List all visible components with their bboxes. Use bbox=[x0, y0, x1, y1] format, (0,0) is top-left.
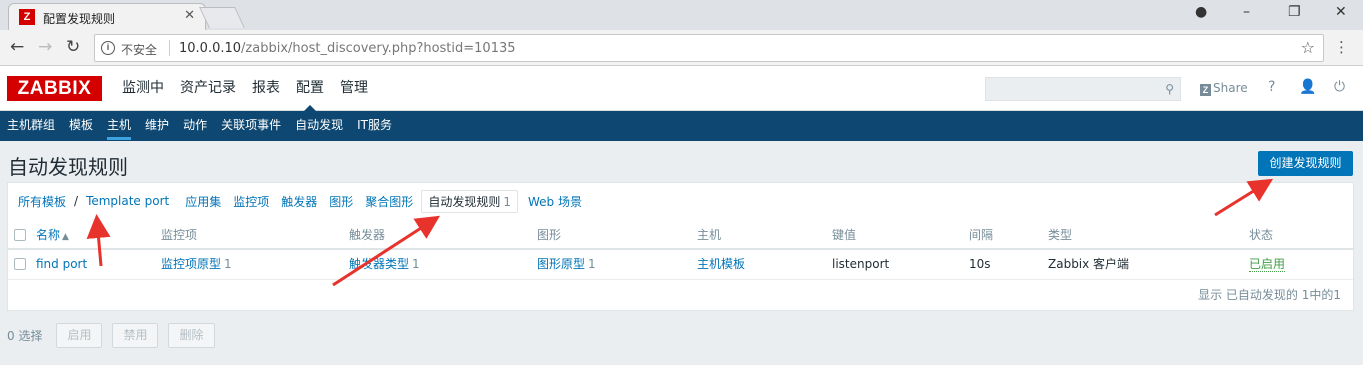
arrow-to-discovery-tab bbox=[332, 215, 441, 287]
arrow-to-template bbox=[86, 214, 111, 267]
annotation-arrows bbox=[86, 178, 1274, 287]
arrow-to-create-button bbox=[1214, 178, 1274, 217]
